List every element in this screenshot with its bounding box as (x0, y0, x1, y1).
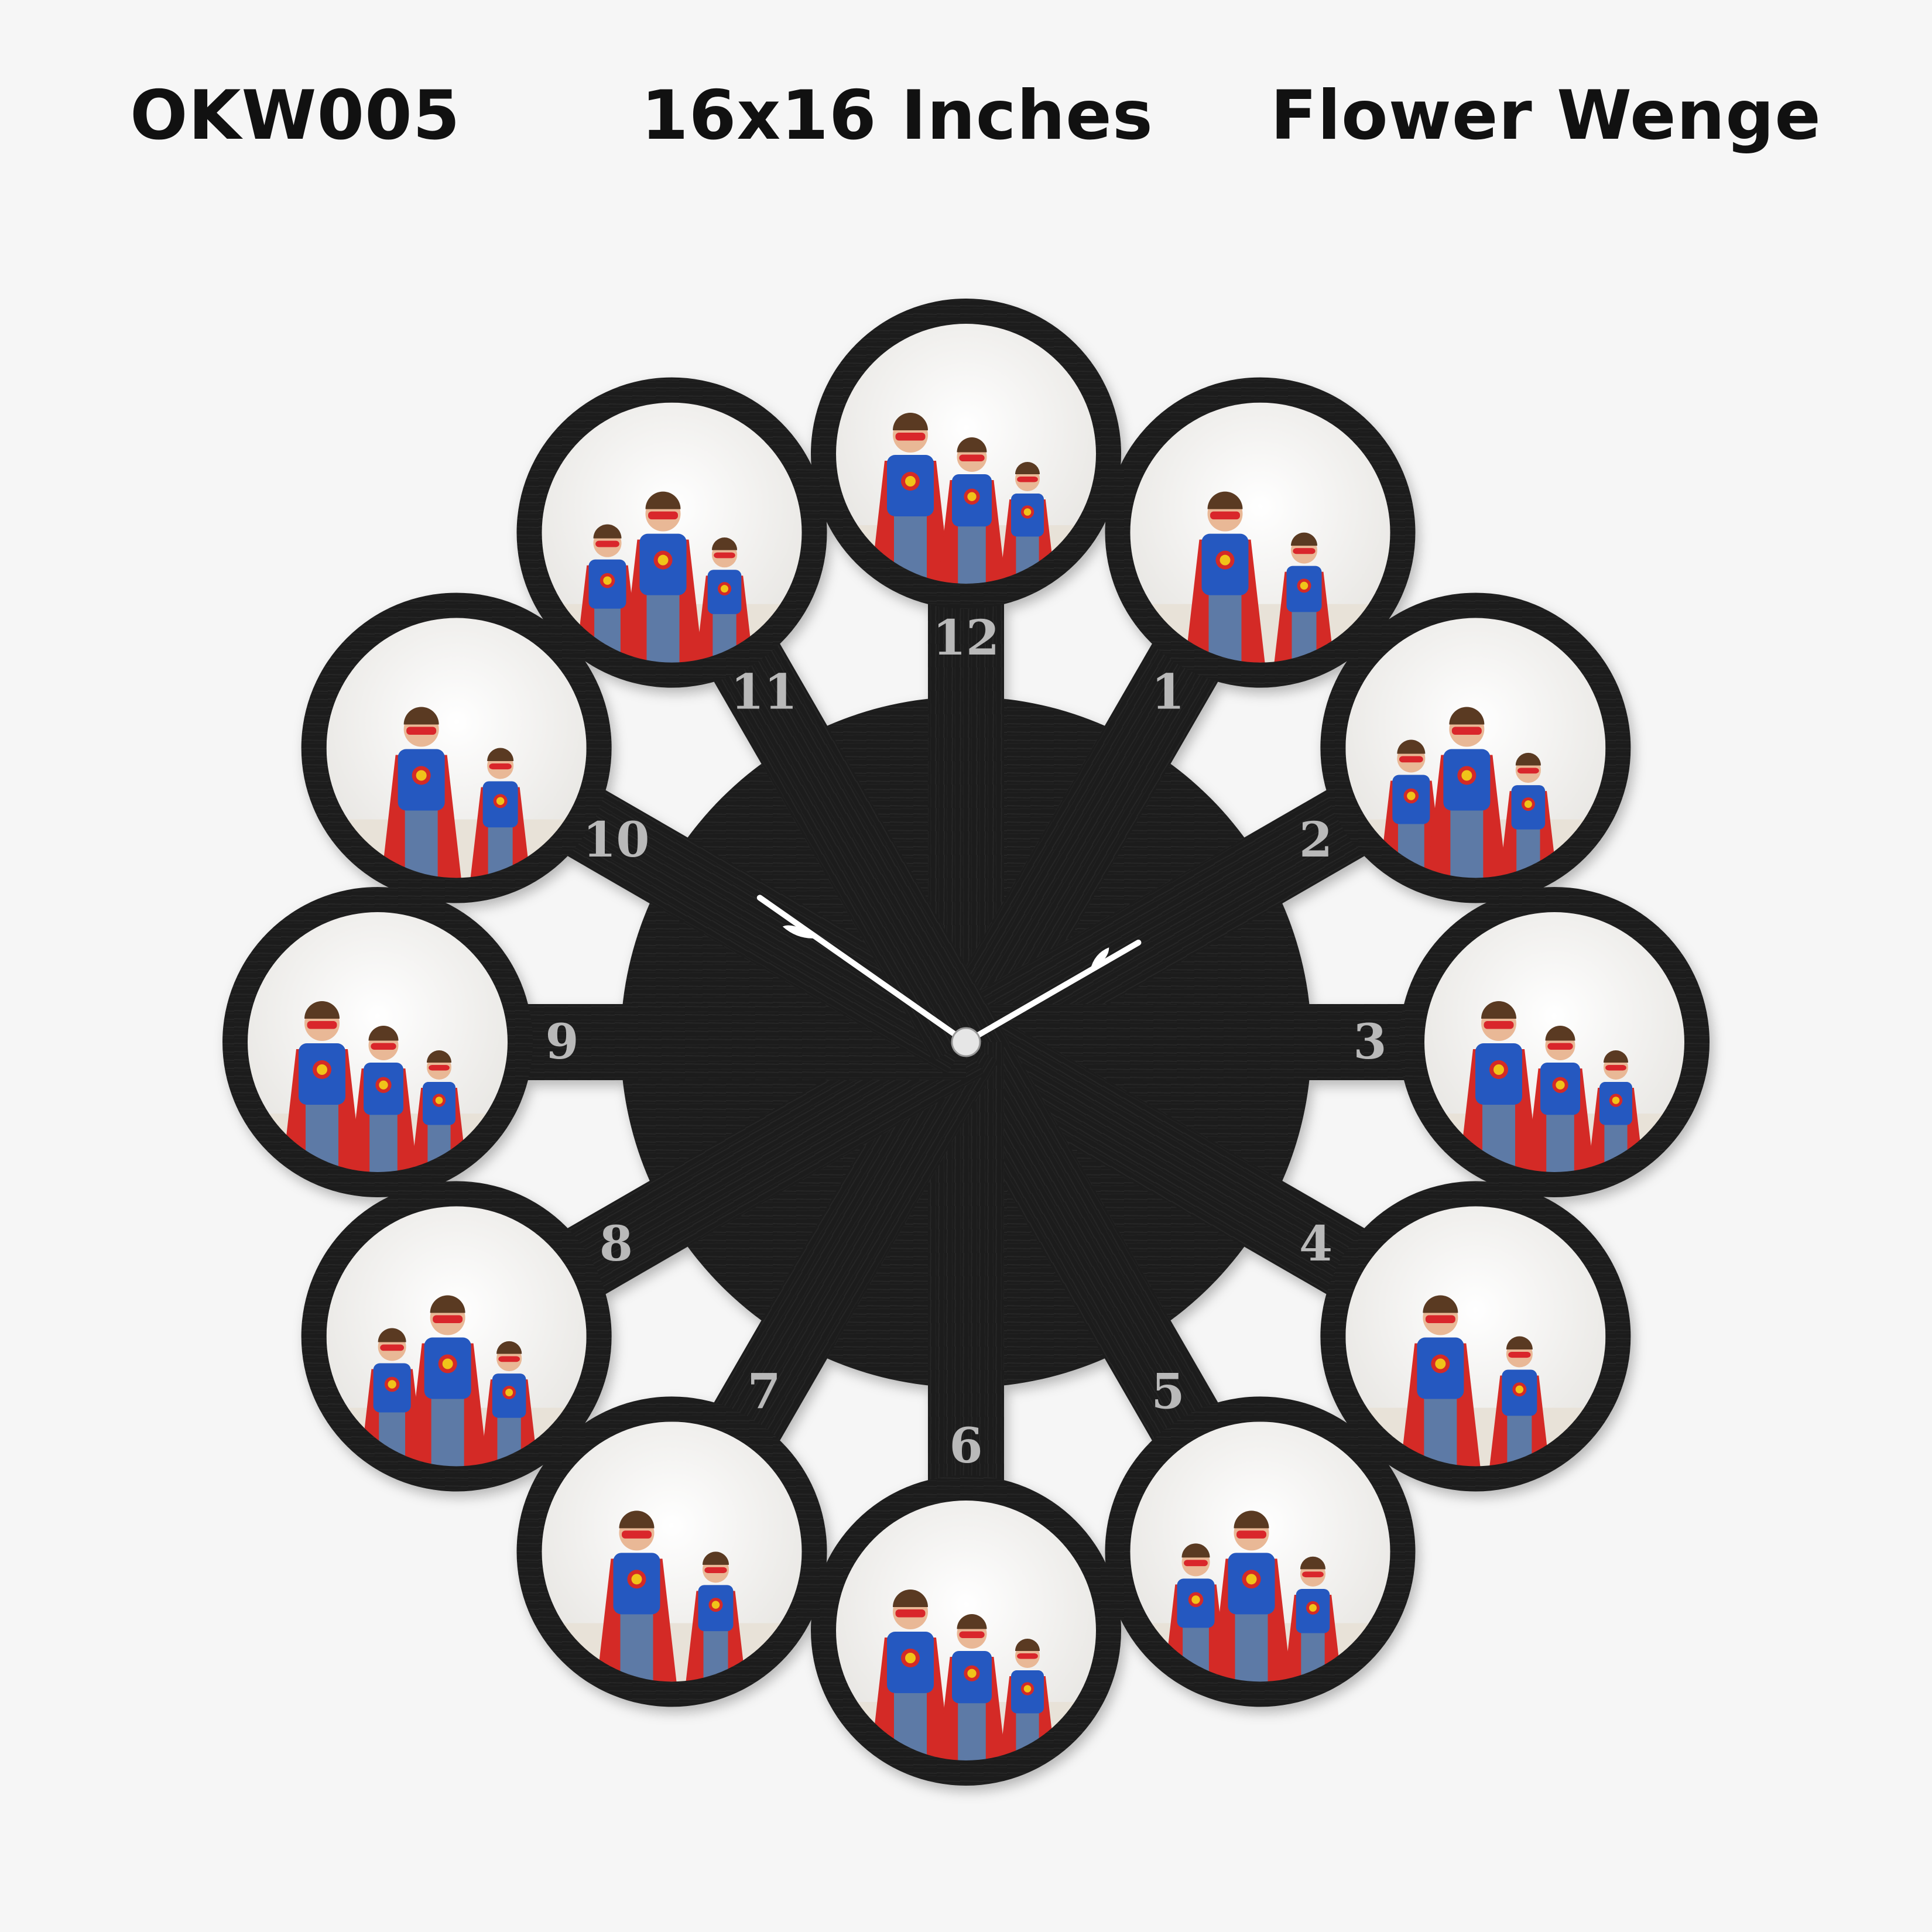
hour-numeral-7: 7 (747, 1364, 780, 1420)
hour-numeral-3: 3 (1353, 1014, 1386, 1070)
hour-numeral-11: 11 (731, 664, 797, 720)
hour-numeral-5: 5 (1151, 1364, 1184, 1420)
hour-numeral-12: 12 (933, 610, 999, 666)
hour-numeral-8: 8 (600, 1216, 633, 1272)
hour-numeral-4: 4 (1299, 1216, 1332, 1272)
hour-numeral-9: 9 (545, 1014, 578, 1070)
hour-numeral-10: 10 (583, 812, 649, 868)
hour-numeral-1: 1 (1151, 664, 1184, 720)
hour-numeral-6: 6 (949, 1418, 982, 1474)
hour-numeral-2: 2 (1299, 812, 1332, 868)
photo-wall-clock: 121234567891011 (222, 299, 1710, 1786)
clock-center-pin (951, 1027, 981, 1057)
